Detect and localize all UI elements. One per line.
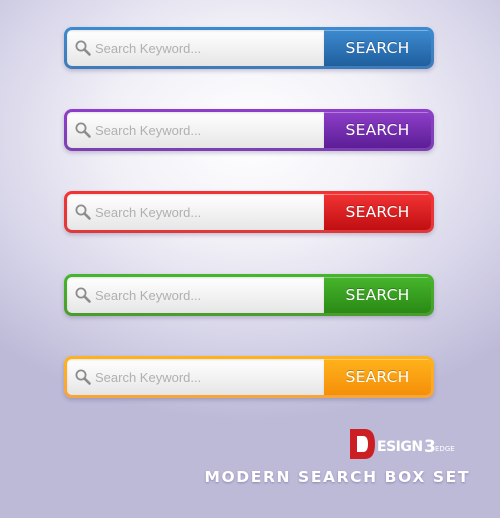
search-box-inner: SEARCH xyxy=(67,112,431,148)
search-field[interactable] xyxy=(67,277,324,313)
search-box-purple: SEARCH xyxy=(64,109,434,151)
search-button[interactable]: SEARCH xyxy=(324,112,431,148)
magnifier-icon xyxy=(75,122,91,138)
search-input[interactable] xyxy=(95,194,317,230)
search-field[interactable] xyxy=(67,194,324,230)
search-field[interactable] xyxy=(67,30,324,66)
search-box-orange: SEARCH xyxy=(64,356,434,398)
search-button[interactable]: SEARCH xyxy=(324,359,431,395)
search-box-red: SEARCH xyxy=(64,191,434,233)
svg-text:EDGE: EDGE xyxy=(435,445,455,453)
search-button[interactable]: SEARCH xyxy=(324,194,431,230)
footer-title: MODERN SEARCH BOX SET xyxy=(204,468,470,486)
magnifier-icon xyxy=(75,369,91,385)
search-button[interactable]: SEARCH xyxy=(324,30,431,66)
search-box-inner: SEARCH xyxy=(67,30,431,66)
search-box-inner: SEARCH xyxy=(67,277,431,313)
search-input[interactable] xyxy=(95,112,317,148)
search-input[interactable] xyxy=(95,30,317,66)
search-box-blue: SEARCH xyxy=(64,27,434,69)
magnifier-icon xyxy=(75,204,91,220)
svg-text:ESIGN: ESIGN xyxy=(377,439,423,455)
search-button[interactable]: SEARCH xyxy=(324,277,431,313)
search-field[interactable] xyxy=(67,112,324,148)
search-field[interactable] xyxy=(67,359,324,395)
search-input[interactable] xyxy=(95,359,317,395)
magnifier-icon xyxy=(75,40,91,56)
design3edge-logo: ESIGN 3 EDGE xyxy=(350,429,455,459)
search-box-inner: SEARCH xyxy=(67,194,431,230)
search-box-inner: SEARCH xyxy=(67,359,431,395)
magnifier-icon xyxy=(75,287,91,303)
search-input[interactable] xyxy=(95,277,317,313)
search-box-green: SEARCH xyxy=(64,274,434,316)
